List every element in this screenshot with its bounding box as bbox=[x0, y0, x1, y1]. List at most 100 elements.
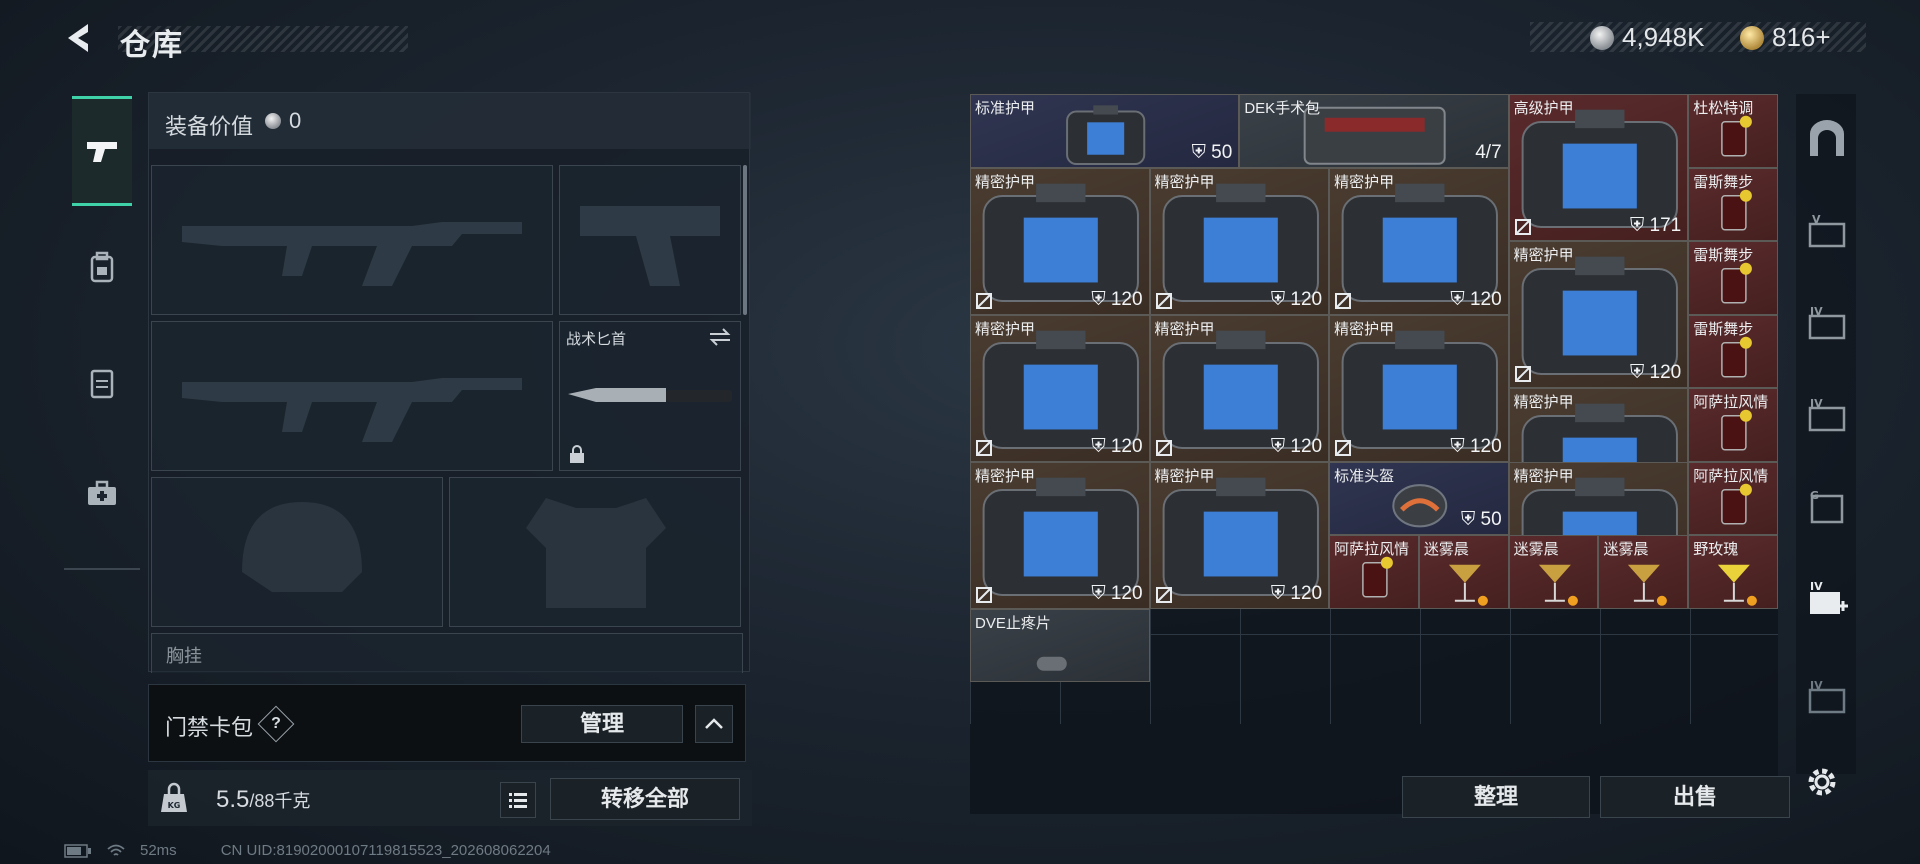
slot-helmet[interactable] bbox=[151, 477, 443, 627]
gear-icon bbox=[1808, 768, 1836, 796]
equipment-scrollbar[interactable] bbox=[743, 165, 747, 315]
slot-melee[interactable]: 战术匕首 bbox=[559, 321, 741, 471]
rail-container-iv-b[interactable]: IV bbox=[1806, 394, 1848, 436]
battery-icon bbox=[64, 843, 91, 858]
add-case-icon: IV bbox=[1810, 580, 1848, 614]
slot-primary-weapon[interactable] bbox=[151, 165, 553, 315]
stash-item[interactable]: 精密护甲 ⛨ 120 bbox=[1149, 167, 1330, 315]
item-durability: ⛨ 120 bbox=[1270, 435, 1323, 457]
weight-icon: KG bbox=[161, 782, 187, 812]
stash-item[interactable]: 标准护甲 ⛨ 50 bbox=[970, 94, 1240, 168]
item-durability: ⛨ 171 bbox=[1629, 215, 1682, 236]
item-durability: ⛨ 120 bbox=[1629, 362, 1682, 383]
item-name: 野玫瑰 bbox=[1693, 541, 1739, 558]
equipment-value-label: 装备价值 bbox=[165, 114, 254, 139]
list-icon bbox=[509, 793, 527, 808]
helmet-silhouette-icon bbox=[242, 502, 362, 592]
settings-button[interactable] bbox=[1800, 760, 1844, 804]
manage-button[interactable]: 管理 bbox=[521, 705, 683, 743]
item-durability: ⛨ 120 bbox=[1091, 288, 1143, 310]
transfer-all-button[interactable]: 转移全部 bbox=[550, 778, 740, 820]
swap-icon[interactable] bbox=[708, 328, 732, 346]
item-durability: ⛨ 50 bbox=[1460, 509, 1502, 530]
stash-item[interactable]: 精密护甲 ⛨ 120 bbox=[1508, 241, 1689, 388]
item-name: 精密护甲 bbox=[1334, 173, 1395, 191]
keycard-help-button[interactable]: ? bbox=[257, 705, 295, 743]
slot-chest-rig[interactable]: 胸挂 bbox=[151, 633, 743, 673]
sell-button[interactable]: 出售 bbox=[1600, 776, 1790, 818]
case-iv-icon: IV bbox=[1808, 679, 1846, 714]
stash-item[interactable]: 高级护甲 ⛨ 171 bbox=[1508, 94, 1689, 241]
equipment-panel: 装备价值 0 战术匕首 胸挂 bbox=[148, 92, 751, 673]
stash-item[interactable]: 精密护甲 ⛨ 120 bbox=[970, 314, 1150, 462]
item-name: 迷雾晨 bbox=[1513, 541, 1559, 558]
backpack-icon bbox=[90, 251, 114, 283]
toolbox-icon bbox=[88, 480, 116, 505]
weight-bar: KG 5.5/88千克 转移全部 bbox=[148, 770, 752, 826]
stash-item[interactable]: DEK手术包 4/7 bbox=[1239, 94, 1509, 168]
item-durability: ⛨ 120 bbox=[1450, 288, 1502, 310]
stash-item[interactable]: 精密护甲 ⛨ 120 bbox=[1149, 314, 1330, 462]
back-button[interactable] bbox=[60, 18, 100, 58]
gold-currency[interactable]: 816+ bbox=[1740, 22, 1831, 53]
rail-safe-box[interactable] bbox=[1806, 118, 1848, 160]
stash-item[interactable]: 精密护甲 ⛨ 120 bbox=[970, 167, 1150, 315]
stash-item[interactable]: 雷斯舞步 bbox=[1688, 241, 1778, 315]
stash-item[interactable]: DVE止疼片 bbox=[970, 608, 1150, 682]
rail-medical[interactable] bbox=[72, 438, 132, 548]
slot-sidearm[interactable] bbox=[559, 165, 741, 315]
silver-coin-icon bbox=[1590, 25, 1614, 50]
rail-container-g[interactable]: G bbox=[1806, 486, 1848, 528]
stash-item[interactable]: 野玫瑰 bbox=[1688, 535, 1778, 609]
item-durability: ⛨ 120 bbox=[1091, 435, 1143, 457]
stash-item[interactable]: 精密护甲 ⛨ 120 bbox=[970, 461, 1150, 609]
item-name: 精密护甲 bbox=[1513, 394, 1574, 411]
case-g-icon: G bbox=[1810, 489, 1844, 524]
stash-item[interactable]: 迷雾晨 bbox=[1508, 535, 1599, 609]
stash-item[interactable]: 雷斯舞步 bbox=[1688, 167, 1778, 241]
help-icon: ? bbox=[271, 715, 281, 732]
stash-item[interactable]: 精密护甲 ⛨ 120 bbox=[1149, 461, 1330, 609]
item-name: 精密护甲 bbox=[975, 173, 1036, 191]
collapse-button[interactable] bbox=[695, 705, 733, 743]
rail-containers[interactable] bbox=[72, 328, 132, 438]
rail-container-iv-a[interactable]: IV bbox=[1806, 302, 1848, 344]
stash-item[interactable]: 精密护甲 ⛨ 120 bbox=[1329, 167, 1509, 315]
item-name: 精密护甲 bbox=[1513, 467, 1574, 485]
stash-item[interactable]: 雷斯舞步 bbox=[1688, 314, 1778, 388]
rail-container-add[interactable]: IV bbox=[1806, 578, 1848, 620]
value-coin-icon bbox=[265, 113, 281, 129]
stash-item[interactable]: 精密护甲 ⛨ 120 bbox=[1329, 314, 1509, 462]
category-rail bbox=[64, 88, 140, 570]
equipment-header: 装备价值 0 bbox=[149, 93, 751, 149]
list-view-button[interactable] bbox=[500, 782, 536, 818]
sort-button[interactable]: 整理 bbox=[1402, 776, 1590, 818]
stash-item[interactable]: 阿萨拉风情 bbox=[1329, 535, 1419, 609]
rail-container-v[interactable]: V bbox=[1806, 210, 1848, 252]
item-durability: ⛨ 120 bbox=[1091, 582, 1143, 604]
rail-weapons[interactable] bbox=[72, 96, 132, 206]
chest-rig-label: 胸挂 bbox=[166, 646, 202, 666]
stash-item[interactable]: 杜松特调 bbox=[1688, 94, 1778, 168]
keycard-label: 门禁卡包 bbox=[165, 715, 254, 740]
case-iv-b-label: IV bbox=[1810, 397, 1823, 410]
item-name: 精密护甲 bbox=[1154, 320, 1215, 338]
case-icon bbox=[90, 369, 114, 399]
stash-item[interactable]: 阿萨拉风情 bbox=[1688, 461, 1778, 535]
vest-silhouette-icon bbox=[526, 498, 666, 608]
stash-item[interactable]: 迷雾晨 bbox=[1418, 535, 1509, 609]
stash-item[interactable]: 阿萨拉风情 bbox=[1688, 388, 1778, 462]
no-repair-icon bbox=[1335, 439, 1352, 456]
stash-item[interactable]: 迷雾晨 bbox=[1598, 535, 1689, 609]
no-repair-icon bbox=[1335, 292, 1352, 309]
item-name: 杜松特调 bbox=[1693, 100, 1754, 117]
item-name: 精密护甲 bbox=[1154, 467, 1215, 485]
case-iv-icon: IV bbox=[1808, 397, 1846, 432]
slot-secondary-weapon[interactable] bbox=[151, 321, 553, 471]
slot-body-armor[interactable] bbox=[449, 477, 741, 627]
stash-item[interactable]: 标准头盔 ⛨ 50 bbox=[1329, 461, 1509, 535]
rail-container-iv-c[interactable]: IV bbox=[1806, 676, 1848, 718]
rail-armor[interactable] bbox=[72, 212, 132, 322]
no-repair-icon bbox=[976, 439, 992, 456]
status-row: 52ms CN UID:8190200010711981552​3_202608… bbox=[64, 842, 551, 859]
